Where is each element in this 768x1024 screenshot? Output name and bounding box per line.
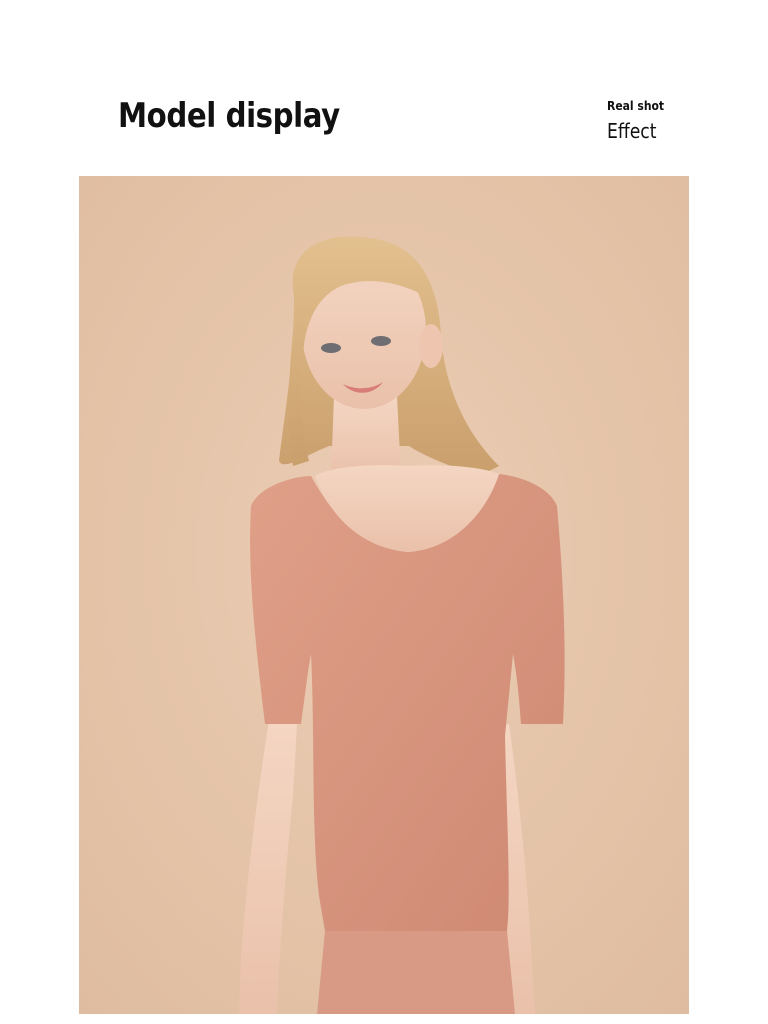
page-title: Model display <box>118 96 340 136</box>
product-page: Model display Real shot Effect <box>0 0 768 1024</box>
left-eye <box>321 343 341 353</box>
real-shot-label: Real shot <box>607 99 665 113</box>
model-illustration <box>79 176 689 1014</box>
right-eye <box>371 336 391 346</box>
model-photo <box>79 176 689 1014</box>
ear <box>419 324 443 368</box>
leggings <box>317 931 515 1014</box>
effect-label: Effect <box>607 119 657 143</box>
